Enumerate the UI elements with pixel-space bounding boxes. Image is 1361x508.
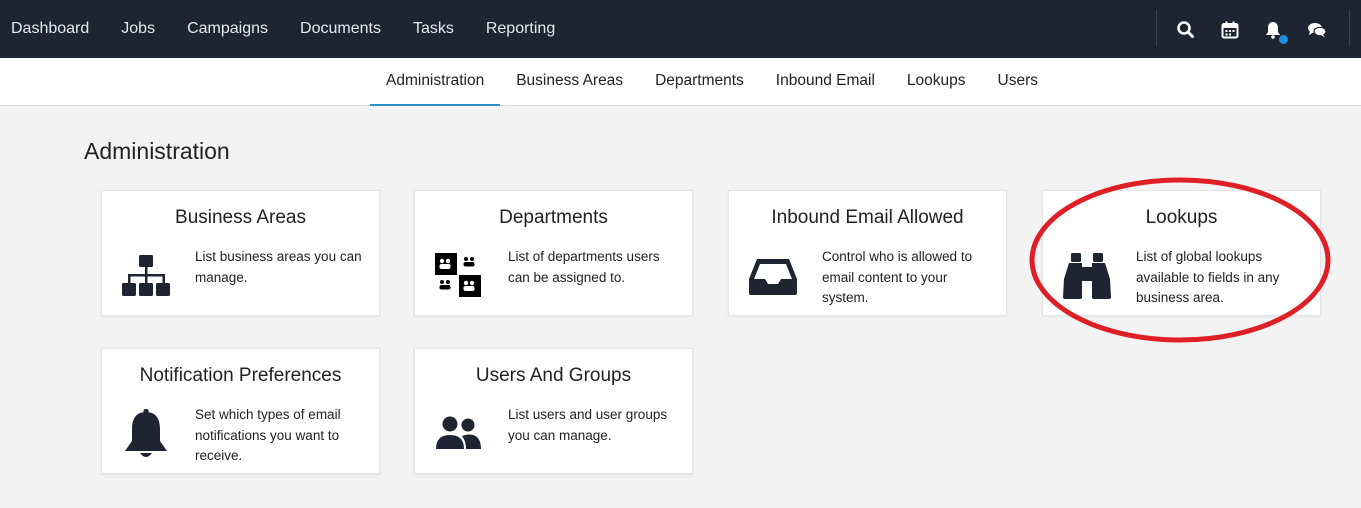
card-title: Business Areas — [175, 207, 306, 228]
departments-icon — [435, 253, 481, 297]
toolbar-divider — [1156, 10, 1157, 46]
nav-item-reporting[interactable]: Reporting — [470, 0, 571, 58]
card-departments[interactable]: Departments List of departments users ca… — [414, 190, 693, 316]
card-notification-preferences[interactable]: Notification Preferences Set which types… — [101, 348, 380, 474]
card-title: Users And Groups — [475, 365, 632, 386]
sub-navbar: Administration Business Areas Department… — [0, 58, 1361, 106]
sitemap-icon — [122, 255, 170, 296]
card-description: List business areas you can manage. — [195, 249, 362, 285]
card-inbound-email-allowed[interactable]: Inbound Email Allowed Control who is all… — [728, 190, 1007, 316]
tab-inbound-email[interactable]: Inbound Email — [760, 58, 891, 106]
users-icon — [436, 416, 481, 449]
tab-business-areas[interactable]: Business Areas — [500, 58, 639, 106]
nav-item-tasks[interactable]: Tasks — [397, 0, 470, 58]
notification-dot — [1278, 34, 1289, 45]
search-icon[interactable] — [1175, 19, 1197, 41]
admin-tabs: Administration Business Areas Department… — [370, 58, 1054, 106]
tab-administration[interactable]: Administration — [370, 58, 501, 106]
inbox-icon — [749, 259, 797, 295]
tab-departments[interactable]: Departments — [639, 58, 760, 106]
top-navbar: Dashboard Jobs Campaigns Documents Tasks… — [0, 0, 1361, 58]
card-title: Departments — [499, 207, 608, 228]
bell-icon — [125, 409, 167, 457]
card-title: Lookups — [1145, 207, 1218, 228]
card-title: Inbound Email Allowed — [771, 207, 964, 228]
tab-lookups[interactable]: Lookups — [891, 58, 982, 106]
nav-item-jobs[interactable]: Jobs — [105, 0, 171, 58]
card-users-and-groups[interactable]: Users And Groups List users and user gro… — [414, 348, 693, 474]
toolbar-divider-right — [1349, 10, 1350, 46]
card-description: List of departments users can be assigne… — [508, 249, 660, 285]
card-title: Notification Preferences — [139, 365, 342, 386]
main-nav: Dashboard Jobs Campaigns Documents Tasks… — [0, 0, 571, 58]
card-lookups[interactable]: Lookups List of global lookups available… — [1042, 190, 1321, 316]
card-description: List users and user groups you can manag… — [508, 407, 668, 443]
tab-users[interactable]: Users — [982, 58, 1054, 106]
chat-icon[interactable] — [1306, 19, 1328, 41]
page-title: Administration — [84, 138, 230, 164]
calendar-icon[interactable] — [1219, 19, 1241, 41]
card-description: Control who is allowed to email content … — [822, 249, 973, 305]
card-business-areas[interactable]: Business Areas List business areas you c… — [101, 190, 380, 316]
nav-item-dashboard[interactable]: Dashboard — [0, 0, 105, 58]
card-description: List of global lookups available to fiel… — [1136, 249, 1280, 305]
card-description: Set which types of email notifications y… — [195, 407, 341, 463]
binoculars-icon — [1063, 253, 1111, 299]
nav-item-campaigns[interactable]: Campaigns — [171, 0, 284, 58]
nav-item-documents[interactable]: Documents — [284, 0, 397, 58]
